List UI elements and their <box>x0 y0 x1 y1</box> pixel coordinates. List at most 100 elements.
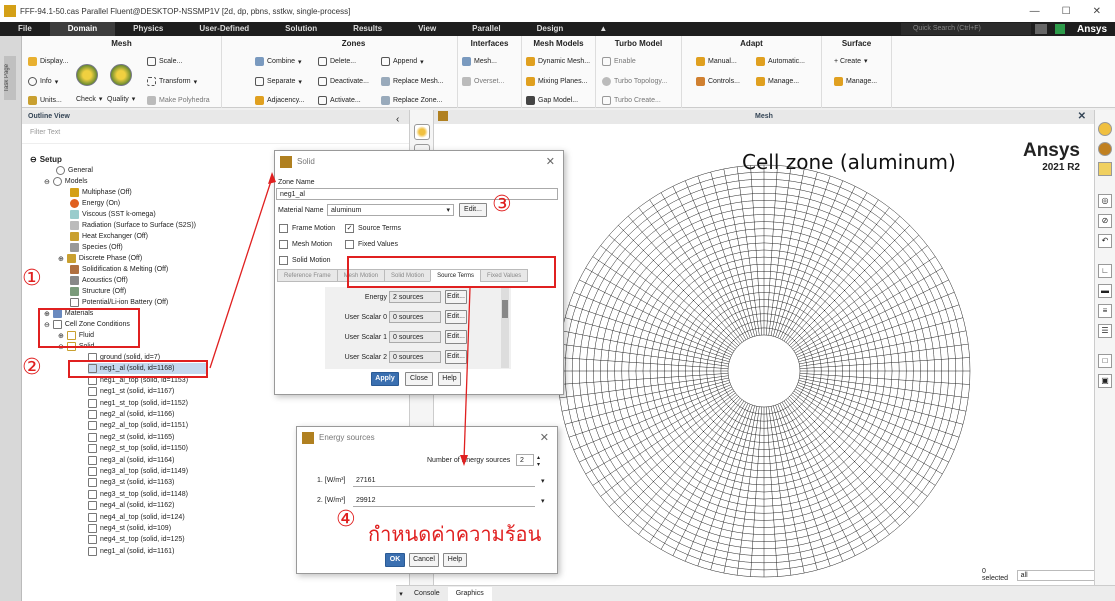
tree-species[interactable]: Species (Off) <box>70 242 123 253</box>
source-term-edit-button[interactable]: Edit... <box>445 350 467 364</box>
tab-solution[interactable]: Solution <box>267 22 335 36</box>
tab-physics[interactable]: Physics <box>115 22 181 36</box>
adapt-manage-button[interactable]: Manage... <box>756 77 799 86</box>
gap-model-button[interactable]: Gap Model... <box>526 96 578 105</box>
close-icon[interactable]: ✕ <box>540 431 549 444</box>
scale-button[interactable]: Scale... <box>147 57 182 66</box>
replace-mesh-button[interactable]: Replace Mesh... <box>381 77 444 86</box>
tab-parallel[interactable]: Parallel <box>454 22 518 36</box>
tree-solid-zone[interactable]: neg4_st (solid, id=109) <box>88 523 171 534</box>
source-term-edit-button[interactable]: Edit... <box>445 290 467 304</box>
tree-solid-zone[interactable]: neg3_al_top (solid, id=1149) <box>88 466 188 477</box>
mixing-planes-button[interactable]: Mixing Planes... <box>526 77 587 86</box>
adapt-controls-button[interactable]: Controls... <box>696 77 740 86</box>
energy-source-value[interactable]: 27161 <box>353 475 535 487</box>
turbo-create-button[interactable]: Turbo Create... <box>602 96 661 105</box>
ruler-icon[interactable]: ▬ <box>1098 284 1112 298</box>
material-select[interactable]: aluminum ▾ <box>327 204 454 216</box>
tree-solid-zone[interactable]: neg3_st_top (solid, id=1148) <box>88 489 188 500</box>
tab-results[interactable]: Results <box>335 22 400 36</box>
tree-multiphase[interactable]: Multiphase (Off) <box>70 187 132 198</box>
tree-heat-exchanger[interactable]: Heat Exchanger (Off) <box>70 231 148 242</box>
tree-solid-zone[interactable]: neg2_al_top (solid, id=1151) <box>88 420 188 431</box>
source-terms-checkbox[interactable]: ✓ <box>345 224 354 233</box>
tab-reference-frame[interactable]: Reference Frame <box>277 269 338 282</box>
turbo-topology-button[interactable]: Turbo Topology... <box>602 77 667 86</box>
tree-solid-zone[interactable]: neg1_st_top (solid, id=1152) <box>88 398 188 409</box>
check-button[interactable]: Check ▾ <box>76 95 102 104</box>
tab-user-defined[interactable]: User-Defined <box>181 22 267 36</box>
fixed-values-checkbox[interactable] <box>345 240 354 249</box>
apply-button[interactable]: Apply <box>371 372 399 386</box>
collapse-ribbon-icon[interactable]: ▲ <box>581 22 625 36</box>
stepper-icon[interactable]: ▴ ▾ <box>537 454 540 468</box>
turbo-enable-checkbox[interactable]: Enable <box>602 57 636 66</box>
tree-solid-zone[interactable]: neg1_al (solid, id=1161) <box>88 546 174 557</box>
separate-button[interactable]: Separate ▾ <box>255 77 302 86</box>
rotate-icon[interactable]: ↶ <box>1098 234 1112 248</box>
source-terms-scrollbar[interactable] <box>501 288 509 368</box>
energy-source-value[interactable]: 29912 <box>353 495 535 507</box>
tab-graphics[interactable]: Graphics <box>447 586 492 601</box>
material-edit-button[interactable]: Edit... <box>459 203 487 217</box>
help-button[interactable]: Help <box>438 372 461 386</box>
deactivate-button[interactable]: Deactivate... <box>318 77 369 86</box>
units-button[interactable]: Units... <box>28 96 62 105</box>
cancel-button[interactable]: Cancel <box>409 553 439 567</box>
eye-slash-icon[interactable]: ⊘ <box>1098 214 1112 228</box>
overset-button[interactable]: Overset... <box>462 77 504 86</box>
tree-solid-zone[interactable]: neg3_st (solid, id=1163) <box>88 477 174 488</box>
quality-button[interactable]: Quality ▾ <box>107 95 135 104</box>
source-term-edit-button[interactable]: Edit... <box>445 330 467 344</box>
tree-viscous[interactable]: Viscous (SST k-omega) <box>70 209 156 220</box>
list-icon[interactable]: ☰ <box>1098 324 1112 338</box>
tab-console[interactable]: Console <box>406 587 448 601</box>
tree-solid-zone[interactable]: neg2_st (solid, id=1165) <box>88 432 174 443</box>
delete-button[interactable]: Delete... <box>318 57 356 66</box>
tree-radiation[interactable]: Radiation (Surface to Surface (S2S)) <box>70 220 196 231</box>
tree-models[interactable]: ⊖ Models <box>44 176 87 187</box>
tab-file[interactable]: File <box>0 22 50 36</box>
energy-count-field[interactable]: 2 <box>516 454 534 466</box>
quick-search-input[interactable]: Quick Search (Ctrl+F) <box>900 23 1031 35</box>
interfaces-mesh-button[interactable]: Mesh... <box>462 57 497 66</box>
adjacency-button[interactable]: Adjacency... <box>255 96 305 105</box>
combine-button[interactable]: Combine ▾ <box>255 57 302 66</box>
filter-input[interactable]: Filter Text <box>22 124 409 144</box>
ok-button[interactable]: OK <box>385 553 405 567</box>
tree-discrete-phase[interactable]: ⊕ Discrete Phase (Off) <box>58 253 142 264</box>
frame-motion-checkbox[interactable] <box>279 224 288 233</box>
scrollbar-thumb[interactable] <box>502 300 508 318</box>
tree-solid-zone[interactable]: neg4_st_top (solid, id=125) <box>88 534 185 545</box>
adapt-automatic-button[interactable]: Automatic... <box>756 57 805 66</box>
toolbar-icon[interactable] <box>414 124 430 140</box>
replace-zone-button[interactable]: Replace Zone... <box>381 96 442 105</box>
adapt-manual-button[interactable]: Manual... <box>696 57 737 66</box>
tab-domain[interactable]: Domain <box>49 22 116 36</box>
chevron-down-icon[interactable]: ▾ <box>541 497 545 505</box>
help-button[interactable]: Help <box>443 553 467 567</box>
dynamic-mesh-button[interactable]: Dynamic Mesh... <box>526 57 590 66</box>
square-icon[interactable]: □ <box>1098 354 1112 368</box>
maximize-button[interactable]: ☐ <box>1062 6 1071 17</box>
tree-solid-zone[interactable]: neg3_al (solid, id=1164) <box>88 455 174 466</box>
graphics-close-icon[interactable]: ✕ <box>1078 111 1086 122</box>
check-icon[interactable] <box>76 64 98 86</box>
axes-icon[interactable]: ∟ <box>1098 264 1112 278</box>
minimize-button[interactable]: — <box>1030 6 1040 17</box>
chevron-down-icon[interactable]: ▾ <box>541 477 545 485</box>
help-icon[interactable] <box>1034 24 1047 34</box>
tree-solidification[interactable]: Solidification & Melting (Off) <box>70 264 168 275</box>
tree-solid-zone[interactable]: neg4_al (solid, id=1162) <box>88 500 174 511</box>
close-button[interactable]: ✕ <box>1093 6 1101 17</box>
tree-energy[interactable]: Energy (On) <box>70 198 120 209</box>
activate-button[interactable]: Activate... <box>318 96 361 105</box>
mesh-motion-checkbox[interactable] <box>279 240 288 249</box>
view-icon[interactable] <box>1098 122 1112 136</box>
zone-name-field[interactable]: neg1_al <box>276 188 558 200</box>
tree-battery[interactable]: Potential/Li-ion Battery (Off) <box>70 297 168 308</box>
tree-solid-zone[interactable]: neg2_st_top (solid, id=1150) <box>88 443 188 454</box>
make-polyhedra-button[interactable]: Make Polyhedra <box>147 96 210 105</box>
tree-solid-zone[interactable]: neg1_st (solid, id=1167) <box>88 386 174 397</box>
chevron-down-icon[interactable]: ▾ <box>396 590 406 598</box>
